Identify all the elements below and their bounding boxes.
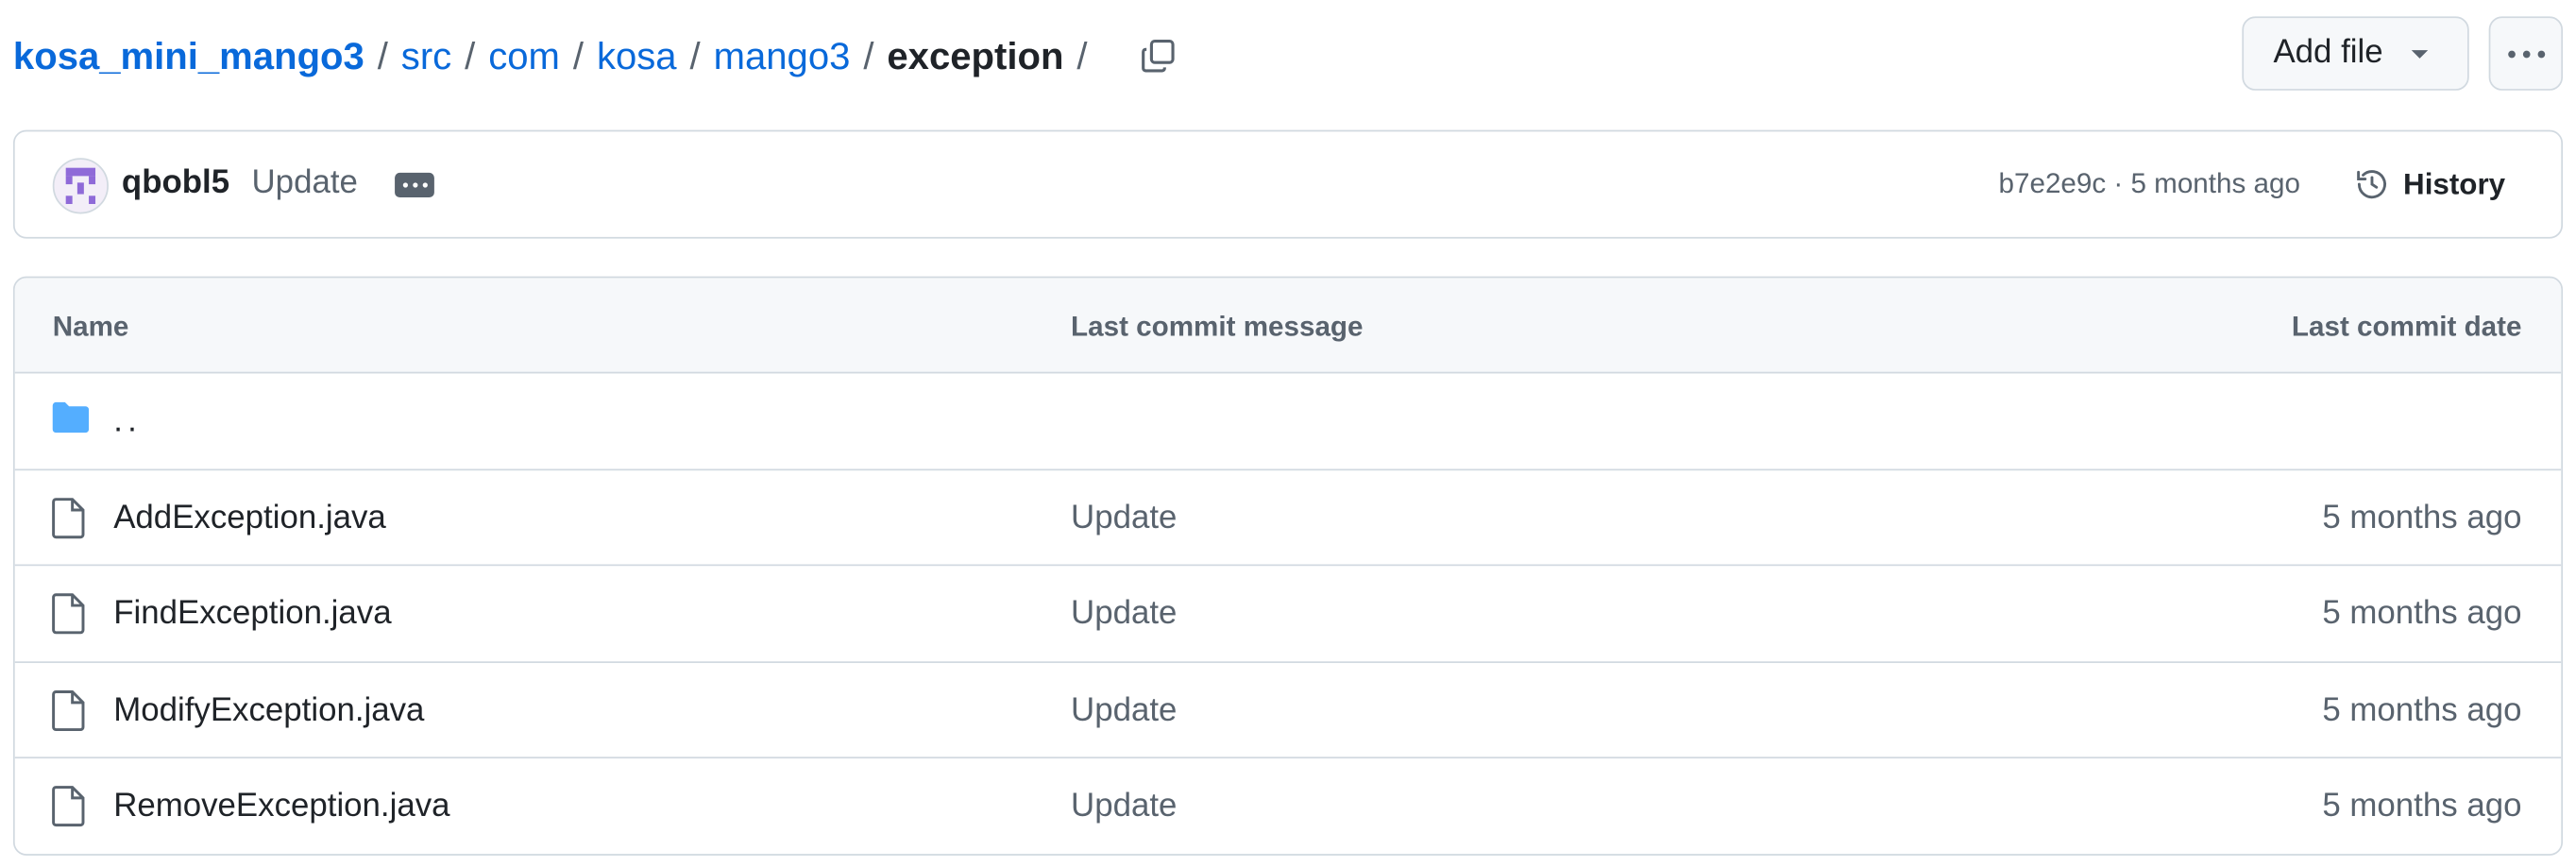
header-name: Name — [52, 311, 129, 343]
folder-icon — [52, 401, 90, 434]
file-name-link[interactable]: FindException.java — [113, 596, 391, 634]
latest-commit-bar: qbobl5 Update b7e2e9c · 5 months ago His… — [12, 129, 2564, 239]
add-file-label: Add file — [2273, 34, 2383, 71]
breadcrumb-kosa-link[interactable]: kosa — [597, 34, 677, 78]
history-label: History — [2403, 166, 2506, 200]
table-row: FindException.java Update 5 months ago — [14, 566, 2562, 663]
file-name-link[interactable]: ModifyException.java — [113, 692, 424, 730]
breadcrumb-separator: / — [465, 33, 476, 77]
commit-message-link[interactable]: Update — [1071, 692, 1177, 730]
ellipsis-dot — [401, 182, 408, 188]
header-last-commit-message: Last commit message — [1071, 311, 1364, 343]
commit-date: 5 months ago — [2322, 788, 2522, 824]
breadcrumb-separator: / — [1076, 33, 1088, 77]
file-name-link[interactable]: RemoveException.java — [113, 788, 449, 825]
table-header: Name Last commit message Last commit dat… — [14, 278, 2562, 374]
copy-icon — [1142, 39, 1175, 73]
identicon-icon — [65, 167, 96, 205]
table-row: AddException.java Update 5 months ago — [14, 469, 2562, 567]
header-last-commit-date: Last commit date — [2291, 311, 2522, 343]
ellipsis-dot — [421, 182, 428, 188]
breadcrumb-current: exception — [887, 33, 1064, 77]
commit-author[interactable]: qbobl5 — [122, 164, 229, 202]
caret-down-icon — [2411, 49, 2428, 58]
commit-message-link[interactable]: Update — [1071, 500, 1177, 537]
header-bar: kosa_mini_mango3 / src / com / kosa / ma… — [13, 16, 2564, 95]
file-browser: kosa_mini_mango3 / src / com / kosa / ma… — [0, 0, 2576, 867]
breadcrumb: kosa_mini_mango3 / src / com / kosa / ma… — [13, 16, 1186, 95]
commit-message[interactable]: Update — [252, 164, 358, 202]
commit-message-link[interactable]: Update — [1071, 596, 1177, 634]
breadcrumb-mango3-link[interactable]: mango3 — [714, 34, 851, 78]
breadcrumb-separator: / — [689, 33, 701, 77]
commit-date: 5 months ago — [2322, 499, 2522, 536]
table-row: ModifyException.java Update 5 months ago — [14, 662, 2562, 759]
file-icon — [52, 786, 85, 827]
ellipsis-dot — [412, 182, 417, 188]
commit-sha-age[interactable]: b7e2e9c · 5 months ago — [1999, 168, 2300, 201]
file-icon — [52, 593, 85, 635]
avatar[interactable] — [52, 158, 109, 214]
file-icon — [52, 689, 85, 731]
file-name-link[interactable]: AddException.java — [113, 500, 386, 537]
breadcrumb-com-link[interactable]: com — [488, 34, 560, 78]
commit-date: 5 months ago — [2322, 595, 2522, 632]
kebab-horizontal-icon — [2507, 49, 2545, 58]
breadcrumb-separator: / — [572, 33, 585, 77]
breadcrumb-src-link[interactable]: src — [401, 34, 451, 78]
parent-directory-row[interactable]: .. — [14, 373, 2562, 470]
table-row: RemoveException.java Update 5 months ago — [15, 758, 2562, 854]
copy-path-button[interactable] — [1130, 28, 1186, 84]
breadcrumb-separator: / — [377, 33, 388, 77]
breadcrumb-repo-link[interactable]: kosa_mini_mango3 — [13, 34, 364, 78]
history-button[interactable]: History — [2354, 155, 2505, 214]
more-options-button[interactable] — [2488, 16, 2564, 91]
history-icon — [2357, 170, 2386, 199]
breadcrumb-separator: / — [863, 33, 874, 77]
expand-commit-button[interactable] — [395, 172, 434, 198]
commit-message-link[interactable]: Update — [1071, 788, 1177, 825]
add-file-button[interactable]: Add file — [2242, 16, 2469, 91]
file-icon — [52, 497, 85, 538]
file-table: Name Last commit message Last commit dat… — [12, 276, 2564, 856]
commit-date: 5 months ago — [2322, 691, 2522, 728]
parent-directory-link[interactable]: .. — [113, 403, 142, 441]
